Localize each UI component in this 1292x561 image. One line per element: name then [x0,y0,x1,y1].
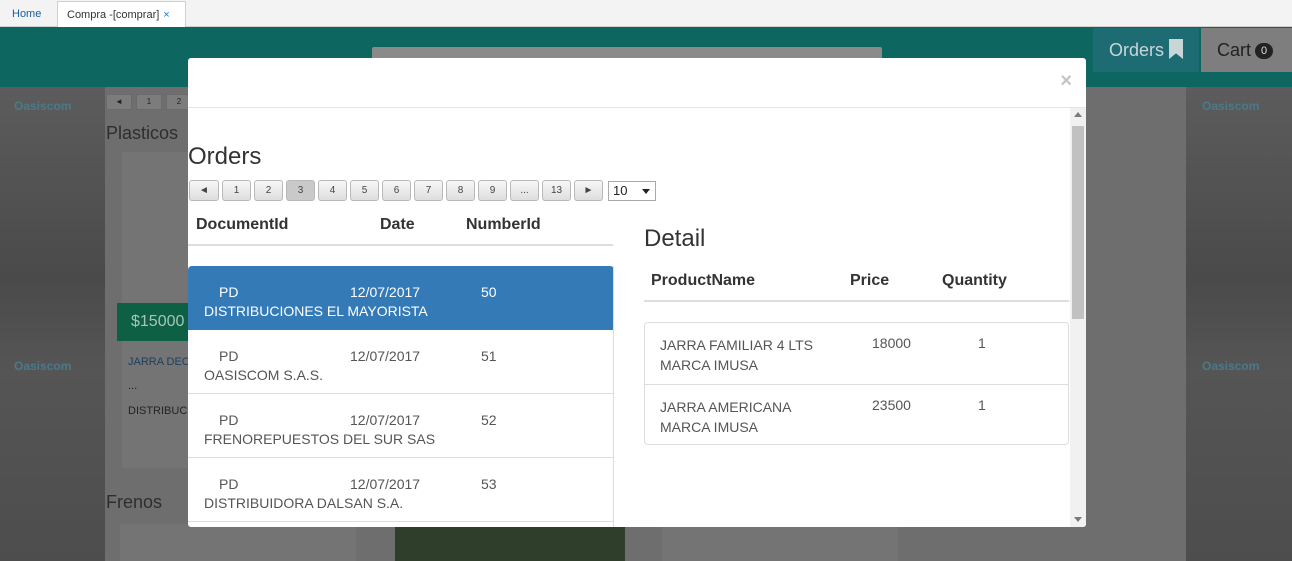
table-right-border [613,266,614,527]
product-price: $15000 [117,303,188,341]
cart-button[interactable]: Cart 0 [1201,28,1292,72]
product-card [120,524,356,561]
close-tab-icon[interactable]: × [163,9,169,21]
detail-list: JARRA FAMILIAR 4 LTS MARCA IMUSA 18000 1… [644,322,1069,445]
close-icon[interactable]: × [1060,70,1072,93]
order-company: DISTRIBUIDORA DALSAN S.A. [204,495,404,511]
tab-compra[interactable]: Compra -[comprar] × [57,1,186,27]
orders-modal: × Orders ◄ 1 2 3 4 5 6 7 8 9 ... 13 ► 10… [188,58,1086,527]
scroll-thumb[interactable] [1072,126,1084,319]
orders-button[interactable]: Orders [1093,28,1199,72]
pager-next-button[interactable]: ► [574,180,603,201]
page-size-select[interactable]: 10 [608,181,656,201]
detail-price: 18000 [872,335,911,351]
pager-page-button[interactable]: 5 [350,180,379,201]
pager-page-button-current[interactable]: 3 [286,180,315,201]
column-header-date: Date [380,216,415,233]
order-company: OASISCOM S.A.S. [204,367,324,383]
detail-title: Detail [644,225,706,252]
header-divider [188,244,613,246]
pager-page-button[interactable]: 4 [318,180,347,201]
pager-page-button[interactable]: 13 [542,180,571,201]
modal-header: × [188,58,1086,108]
tab-compra-label: Compra -[comprar] [67,9,160,21]
order-document: PD [219,476,239,492]
detail-product: JARRA AMERICANA MARCA IMUSA [660,399,791,435]
column-header-numberid: NumberId [466,216,541,233]
detail-row[interactable]: JARRA FAMILIAR 4 LTS MARCA IMUSA 18000 1 [645,323,1068,384]
left-banner: Oasiscom Oasiscom [0,87,105,561]
header-divider [644,300,1069,302]
pager-page-button[interactable]: 8 [446,180,475,201]
background-pager-page: 1 [136,94,162,110]
order-document: PD [219,412,239,428]
order-document: PD [219,348,239,364]
order-row[interactable]: PD 12/07/2017 52 FRENOREPUESTOS DEL SUR … [188,394,614,458]
product-seller: DISTRIBUC [128,405,188,417]
orders-title: Orders [188,143,262,170]
order-date: 12/07/2017 [350,412,421,428]
detail-row[interactable]: JARRA AMERICANA MARCA IMUSA 23500 1 [645,384,1068,445]
background-pager: ◄ 1 2 [106,91,196,110]
brand-logo: Oasiscom [1202,99,1260,113]
chevron-down-icon [642,189,650,194]
column-header-documentid: DocumentId [196,216,289,233]
brand-logo: Oasiscom [14,359,72,373]
order-row-selected[interactable]: PD 12/07/2017 50 DISTRIBUCIONES EL MAYOR… [188,266,614,330]
order-company: DISTRIBUCIONES EL MAYORISTA [204,303,428,319]
order-date: 12/07/2017 [350,284,421,300]
column-header-quantity: Quantity [942,272,1007,289]
category-title: Frenos [106,492,163,512]
scroll-down-icon[interactable] [1074,517,1082,522]
pager-page-button[interactable]: 9 [478,180,507,201]
order-company: FRENOREPUESTOS DEL SUR SAS [204,431,436,447]
product-name: JARRA DEC [128,356,190,368]
detail-quantity: 1 [978,397,986,413]
brand-logo: Oasiscom [14,99,72,113]
pager-ellipsis-button[interactable]: ... [510,180,539,201]
detail-quantity: 1 [978,335,986,351]
order-number: 53 [481,476,497,492]
right-banner: Oasiscom Oasiscom [1186,87,1292,561]
order-document: PD [219,284,239,300]
order-date: 12/07/2017 [350,476,421,492]
order-number: 50 [481,284,497,300]
page-size-value: 10 [613,183,628,198]
detail-price: 23500 [872,397,911,413]
bookmark-icon [1169,39,1184,59]
cart-button-label: Cart [1217,40,1252,60]
order-row[interactable]: PD 12/07/2017 51 OASISCOM S.A.S. [188,330,614,394]
scroll-up-icon[interactable] [1074,112,1082,117]
column-header-productname: ProductName [651,272,756,289]
column-header-price: Price [850,272,890,289]
pager-page-button[interactable]: 7 [414,180,443,201]
tab-bar: Home Compra -[comprar] × [0,0,1292,27]
orders-button-label: Orders [1109,40,1165,60]
product-ellipsis: ... [128,380,138,392]
order-number: 52 [481,412,497,428]
product-card [395,527,625,561]
category-title: Plasticos [106,123,179,143]
pager-page-button[interactable]: 2 [254,180,283,201]
order-number: 51 [481,348,497,364]
order-row[interactable]: PD 12/07/2017 53 DISTRIBUIDORA DALSAN S.… [188,458,614,522]
detail-product: JARRA FAMILIAR 4 LTS MARCA IMUSA [660,337,814,373]
cart-count-badge: 0 [1255,43,1274,59]
tab-home[interactable]: Home [2,1,51,27]
pager-page-button[interactable]: 6 [382,180,411,201]
product-card [662,524,898,561]
background-pager-prev: ◄ [106,94,132,110]
order-date: 12/07/2017 [350,348,421,364]
brand-logo: Oasiscom [1202,359,1260,373]
pager-prev-button[interactable]: ◄ [189,180,219,201]
pager-page-button[interactable]: 1 [222,180,251,201]
modal-scrollbar[interactable] [1070,108,1086,527]
